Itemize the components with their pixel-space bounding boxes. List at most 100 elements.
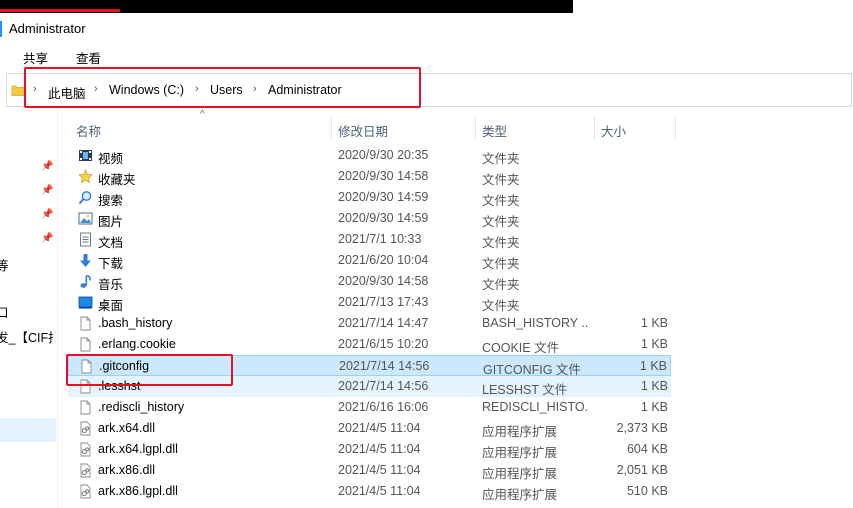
file-type: COOKIE 文件: [482, 341, 560, 355]
chevron-right-icon[interactable]: ›: [94, 83, 98, 95]
file-icon: [78, 337, 93, 352]
chevron-right-icon[interactable]: ›: [253, 83, 257, 95]
chevron-right-icon[interactable]: ›: [195, 83, 199, 95]
file-row[interactable]: 桌面 2021/7/13 17:43 文件夹: [68, 292, 671, 313]
header-name[interactable]: 名称: [76, 121, 101, 140]
file-row[interactable]: .erlang.cookie 2021/6/15 10:20 COOKIE 文件 1 …: [68, 334, 671, 355]
folder-icon: [11, 85, 25, 96]
file-row[interactable]: 搜索 2020/9/30 14:59 文件夹: [68, 187, 671, 208]
nav-selected-item[interactable]: [0, 418, 56, 442]
crumb-this-pc[interactable]: 此电脑: [48, 83, 86, 102]
red-highlight-mark: [0, 9, 120, 12]
file-size: 1 KB: [640, 379, 668, 393]
music-note-icon: [78, 274, 93, 289]
file-type: LESSHST 文件: [482, 383, 568, 397]
file-row[interactable]: 文档 2021/7/1 10:33 文件夹: [68, 229, 671, 250]
file-name: ark.x86.dll: [98, 463, 155, 477]
file-size: 1 KB: [639, 359, 667, 373]
file-row[interactable]: 视频 2020/9/30 20:35 文件夹: [68, 145, 671, 166]
ribbon: 共享 查看: [0, 43, 853, 67]
file-row[interactable]: .gitconfig 2021/7/14 14:56 GITCONFIG 文件 1 K…: [68, 355, 671, 377]
pictures-folder-icon: [78, 211, 93, 226]
column-headers: ^ 名称 修改日期 类型 大小: [58, 109, 853, 140]
column-divider[interactable]: [594, 116, 595, 140]
file-row[interactable]: ark.x64.lgpl.dll 2021/4/5 11:04 应用程序扩展 604 …: [68, 439, 671, 460]
file-size: 2,373 KB: [616, 421, 668, 435]
tab-view[interactable]: 查看: [76, 48, 101, 67]
file-date: 2021/6/20 10:04: [338, 253, 429, 267]
file-row[interactable]: ark.x86.dll 2021/4/5 11:04 应用程序扩展 2,051 KB: [68, 460, 671, 481]
file-name: .rediscli_history: [98, 400, 185, 414]
crumb-administrator[interactable]: Administrator: [268, 83, 342, 97]
file-name: ark.x64.lgpl.dll: [98, 442, 178, 456]
file-type: 文件夹: [482, 236, 520, 250]
file-icon: [78, 316, 93, 331]
file-type: 文件夹: [482, 257, 520, 271]
column-divider[interactable]: [675, 116, 676, 140]
file-date: 2020/9/30 20:35: [338, 148, 429, 162]
file-row[interactable]: 图片 2020/9/30 14:59 文件夹: [68, 208, 671, 229]
column-divider[interactable]: [475, 116, 476, 140]
title-bar: Administrator: [0, 13, 853, 43]
file-row[interactable]: ark.x64.dll 2021/4/5 11:04 应用程序扩展 2,373 KB: [68, 418, 671, 439]
header-size[interactable]: 大小: [601, 121, 626, 140]
file-date: 2021/7/14 14:56: [338, 379, 429, 393]
file-row[interactable]: 收藏夹 2020/9/30 14:58 文件夹: [68, 166, 671, 187]
file-name: ark.x86.lgpl.dll: [98, 484, 178, 498]
file-date: 2021/6/16 16:06: [338, 400, 429, 414]
dll-file-icon: [78, 421, 93, 436]
header-type[interactable]: 类型: [482, 121, 507, 140]
header-date[interactable]: 修改日期: [338, 121, 388, 140]
file-type: 应用程序扩展: [482, 425, 558, 439]
column-divider[interactable]: [331, 116, 332, 140]
file-name: .erlang.cookie: [98, 337, 176, 351]
dll-file-icon: [78, 463, 93, 478]
file-row[interactable]: .bash_history 2021/7/14 14:47 BASH_HISTORY…: [68, 313, 671, 334]
pin-icon[interactable]: 📌: [41, 185, 53, 196]
file-date: 2021/4/5 11:04: [338, 484, 421, 498]
top-strip: [0, 0, 853, 13]
chevron-right-icon[interactable]: ›: [33, 83, 37, 95]
file-type: BASH_HISTORY ...: [482, 316, 588, 330]
tab-share[interactable]: 共享: [23, 48, 48, 67]
nav-item[interactable]: 等: [0, 255, 53, 274]
crumb-users[interactable]: Users: [210, 83, 243, 97]
file-date: 2021/4/5 11:04: [338, 421, 421, 435]
pin-icon[interactable]: 📌: [41, 233, 53, 244]
file-name: 文档: [98, 236, 124, 250]
file-row[interactable]: .rediscli_history 2021/6/16 16:06 REDISCLI…: [68, 397, 671, 418]
crumb-windows-c[interactable]: Windows (C:): [109, 83, 184, 97]
file-size: 2,051 KB: [616, 463, 668, 477]
file-row[interactable]: 下载 2021/6/20 10:04 文件夹: [68, 250, 671, 271]
dll-file-icon: [78, 442, 93, 457]
download-arrow-icon: [78, 253, 93, 268]
sort-up-icon: ^: [200, 109, 205, 120]
file-date: 2021/7/14 14:47: [338, 316, 429, 330]
file-name: ark.x64.dll: [98, 421, 155, 435]
file-date: 2020/9/30 14:58: [338, 274, 429, 288]
navigation-pane: 📌 📌 📌 📌 等 口 发_【CIF指: [0, 108, 58, 508]
nav-item[interactable]: 发_【CIF指: [0, 327, 53, 346]
file-row[interactable]: 音乐 2020/9/30 14:58 文件夹: [68, 271, 671, 292]
window-title: Administrator: [9, 21, 86, 36]
file-date: 2021/7/13 17:43: [338, 295, 429, 309]
file-row[interactable]: .lesshst 2021/7/14 14:56 LESSHST 文件 1 KB: [68, 376, 671, 397]
file-row[interactable]: ark.x86.lgpl.dll 2021/4/5 11:04 应用程序扩展 510 …: [68, 481, 671, 502]
file-name: .bash_history: [98, 316, 173, 330]
search-icon: [78, 190, 93, 205]
file-date: 2021/4/5 11:04: [338, 442, 421, 456]
pin-icon[interactable]: 📌: [41, 209, 53, 220]
file-size: 604 KB: [626, 442, 668, 456]
address-bar[interactable]: › 此电脑 › Windows (C:) › Users › Administr…: [6, 73, 852, 107]
video-folder-icon: [78, 148, 93, 163]
file-type: 文件夹: [482, 152, 520, 166]
file-size: 510 KB: [626, 484, 668, 498]
file-size: 1 KB: [640, 316, 668, 330]
file-name: 搜索: [98, 194, 124, 208]
file-name: 收藏夹: [98, 173, 136, 187]
file-name: .gitconfig: [99, 359, 150, 373]
pin-icon[interactable]: 📌: [41, 161, 53, 172]
file-date: 2021/7/1 10:33: [338, 232, 422, 246]
file-date: 2020/9/30 14:59: [338, 211, 429, 225]
nav-item[interactable]: 口: [0, 302, 53, 321]
